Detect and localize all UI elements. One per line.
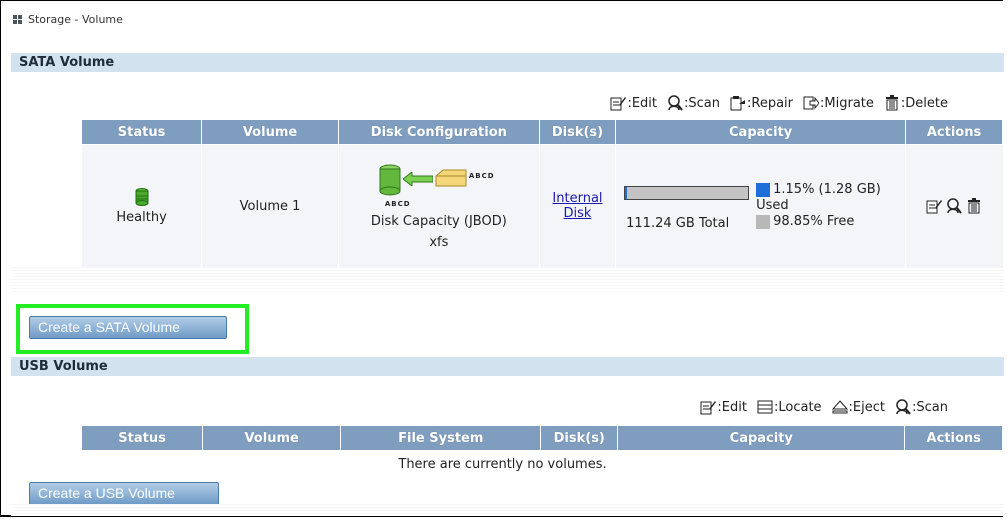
col-capacity: Capacity bbox=[615, 119, 907, 145]
sata-legend: :Edit :Scan :Repair :Migrate :Delete bbox=[604, 95, 948, 111]
used-swatch bbox=[756, 182, 771, 197]
internal-disk-link[interactable]: Internal Disk bbox=[552, 191, 602, 221]
delete-icon[interactable] bbox=[966, 198, 982, 214]
scan-icon bbox=[896, 399, 911, 415]
capacity-graphic: 1.15% (1.28 GB) Used 111.24 GB Total 98.… bbox=[618, 176, 903, 236]
col-file-system: File System bbox=[340, 425, 542, 451]
col-status: Status bbox=[80, 425, 204, 451]
used-legend: 1.15% (1.28 GB) bbox=[756, 182, 881, 197]
col-volume: Volume bbox=[201, 119, 339, 145]
disk-config-cell: ABCD ABCD Disk Capacity (JBOD) xfs bbox=[337, 144, 540, 268]
legend-edit: :Edit bbox=[700, 399, 747, 415]
eject-icon bbox=[831, 400, 848, 414]
col-status: Status bbox=[80, 119, 203, 145]
col-actions: Actions bbox=[904, 425, 1003, 451]
disk-label-right: ABCD bbox=[468, 172, 495, 181]
free-value: 98.85% Free bbox=[773, 214, 855, 230]
col-capacity: Capacity bbox=[617, 425, 906, 451]
disk-healthy-icon bbox=[135, 187, 149, 206]
used-value: 1.15% (1.28 GB) bbox=[773, 182, 881, 198]
grid-icon bbox=[13, 15, 22, 24]
free-swatch bbox=[756, 214, 771, 229]
volume-window: Storage - Volume SATA Volume :Edit :Scan… bbox=[0, 0, 1004, 517]
file-system: xfs bbox=[429, 235, 449, 251]
edit-icon[interactable] bbox=[926, 198, 943, 214]
legend-eject: :Eject bbox=[831, 399, 885, 415]
legend-migrate: :Migrate bbox=[803, 95, 874, 111]
locate-icon bbox=[757, 400, 773, 414]
arrow-left-icon bbox=[402, 172, 433, 187]
disk-label-left: ABCD bbox=[384, 200, 411, 209]
status-text: Healthy bbox=[116, 209, 167, 225]
legend-repair: :Repair bbox=[730, 95, 793, 111]
scan-icon bbox=[668, 95, 683, 111]
sata-volume-table: Status Volume Disk Configuration Disk(s)… bbox=[80, 119, 1003, 268]
volume-name: Volume 1 bbox=[201, 144, 339, 268]
legend-edit: :Edit bbox=[610, 95, 657, 111]
sata-section-header: SATA Volume bbox=[11, 53, 1004, 72]
scan-icon[interactable] bbox=[946, 198, 963, 214]
create-usb-volume-button[interactable]: Create a USB Volume bbox=[29, 482, 219, 505]
hard-disk-icon bbox=[435, 169, 467, 187]
disk-config-graphic: ABCD ABCD bbox=[359, 162, 519, 214]
window-title: Storage - Volume bbox=[28, 13, 123, 26]
create-sata-volume-button[interactable]: Create a SATA Volume bbox=[29, 316, 227, 339]
usb-section-header: USB Volume bbox=[11, 357, 1004, 376]
capacity-used-fill bbox=[625, 187, 627, 200]
table-row: Healthy Volume 1 ABCD ABCD Disk Capacity… bbox=[80, 144, 1003, 268]
migrate-icon bbox=[803, 96, 820, 110]
legend-scan: :Scan bbox=[895, 399, 948, 415]
edit-icon bbox=[610, 97, 627, 111]
col-disk-config: Disk Configuration bbox=[337, 119, 540, 145]
legend-delete: :Delete bbox=[884, 95, 948, 111]
legend-locate: :Locate bbox=[757, 399, 822, 415]
capacity-bar bbox=[624, 186, 750, 201]
edit-icon bbox=[700, 401, 717, 415]
bottom-stripe bbox=[11, 504, 1004, 516]
disk-config-type: Disk Capacity (JBOD) bbox=[370, 214, 507, 230]
delete-icon bbox=[885, 95, 898, 111]
col-disks: Disk(s) bbox=[538, 119, 617, 145]
capacity-total: 111.24 GB Total bbox=[626, 216, 730, 232]
window-titlebar: Storage - Volume bbox=[13, 13, 123, 26]
volume-cylinder-icon bbox=[379, 164, 401, 196]
repair-icon bbox=[730, 96, 746, 111]
status-cell: Healthy bbox=[80, 144, 202, 268]
empty-message: There are currently no volumes. bbox=[398, 457, 607, 472]
col-disks: Disk(s) bbox=[540, 425, 619, 451]
free-legend: 98.85% Free bbox=[756, 214, 854, 229]
actions-cell bbox=[905, 144, 1003, 268]
col-actions: Actions bbox=[905, 119, 1003, 145]
col-volume: Volume bbox=[202, 425, 342, 451]
capacity-cell: 1.15% (1.28 GB) Used 111.24 GB Total 98.… bbox=[615, 144, 906, 268]
legend-scan: :Scan bbox=[667, 95, 720, 111]
section-divider bbox=[11, 267, 1004, 293]
sata-table-header: Status Volume Disk Configuration Disk(s)… bbox=[80, 119, 1003, 145]
usb-volume-table: Status Volume File System Disk(s) Capaci… bbox=[80, 425, 1003, 451]
usb-legend: :Edit :Locate :Eject :Scan bbox=[694, 399, 948, 415]
disks-cell: Internal Disk bbox=[538, 144, 616, 268]
used-word: Used bbox=[756, 198, 789, 214]
usb-table-header: Status Volume File System Disk(s) Capaci… bbox=[80, 425, 1003, 451]
